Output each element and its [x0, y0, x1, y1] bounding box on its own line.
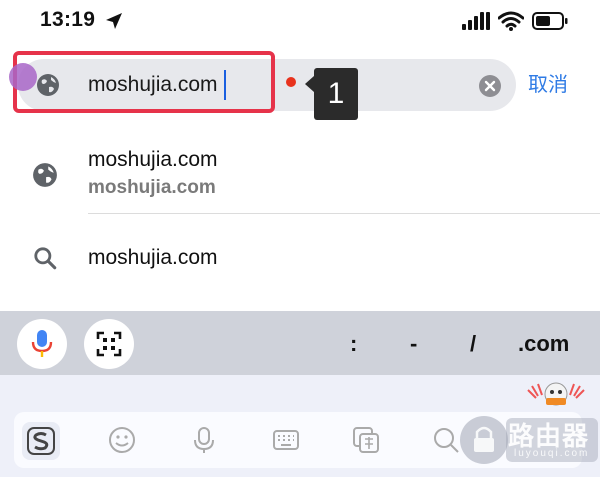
- watermark-subtitle: luyouqi.com: [514, 448, 590, 459]
- suggestion-divider: [88, 213, 600, 214]
- keyboard-icon[interactable]: [270, 424, 302, 456]
- sogou-s-icon: [27, 427, 55, 455]
- sogou-logo-icon[interactable]: [22, 422, 60, 460]
- mascot-icon: [527, 382, 585, 406]
- voice-input-button[interactable]: [17, 319, 67, 369]
- emoji-icon[interactable]: [106, 424, 138, 456]
- key-slash[interactable]: /: [470, 331, 476, 357]
- suggestion-title: moshujia.com: [88, 148, 218, 171]
- key-dash[interactable]: -: [410, 331, 417, 357]
- search-icon: [34, 247, 57, 270]
- location-arrow-icon: [106, 13, 122, 29]
- microphone-icon[interactable]: [188, 424, 220, 456]
- battery-icon: [532, 12, 568, 30]
- cancel-button[interactable]: 取消: [528, 72, 568, 98]
- scan-icon: [96, 331, 122, 357]
- key-colon[interactable]: :: [350, 331, 357, 357]
- translate-icon[interactable]: [350, 424, 382, 456]
- wifi-icon: [498, 11, 524, 31]
- key-dotcom[interactable]: .com: [518, 331, 569, 357]
- globe-icon: [33, 163, 57, 187]
- step-number-badge: 1: [305, 68, 358, 120]
- annotation-pointer-dot: [286, 77, 296, 87]
- cellular-signal-icon: [462, 12, 490, 30]
- tutorial-highlight-box: [13, 51, 275, 113]
- scan-button[interactable]: [84, 319, 134, 369]
- suggestion-title: moshujia.com: [88, 246, 218, 269]
- touch-indicator: [9, 63, 37, 91]
- clear-text-icon[interactable]: [478, 74, 502, 98]
- microphone-icon: [31, 330, 53, 357]
- suggestion-url: moshujia.com: [88, 177, 216, 198]
- status-time: 13:19: [40, 8, 96, 31]
